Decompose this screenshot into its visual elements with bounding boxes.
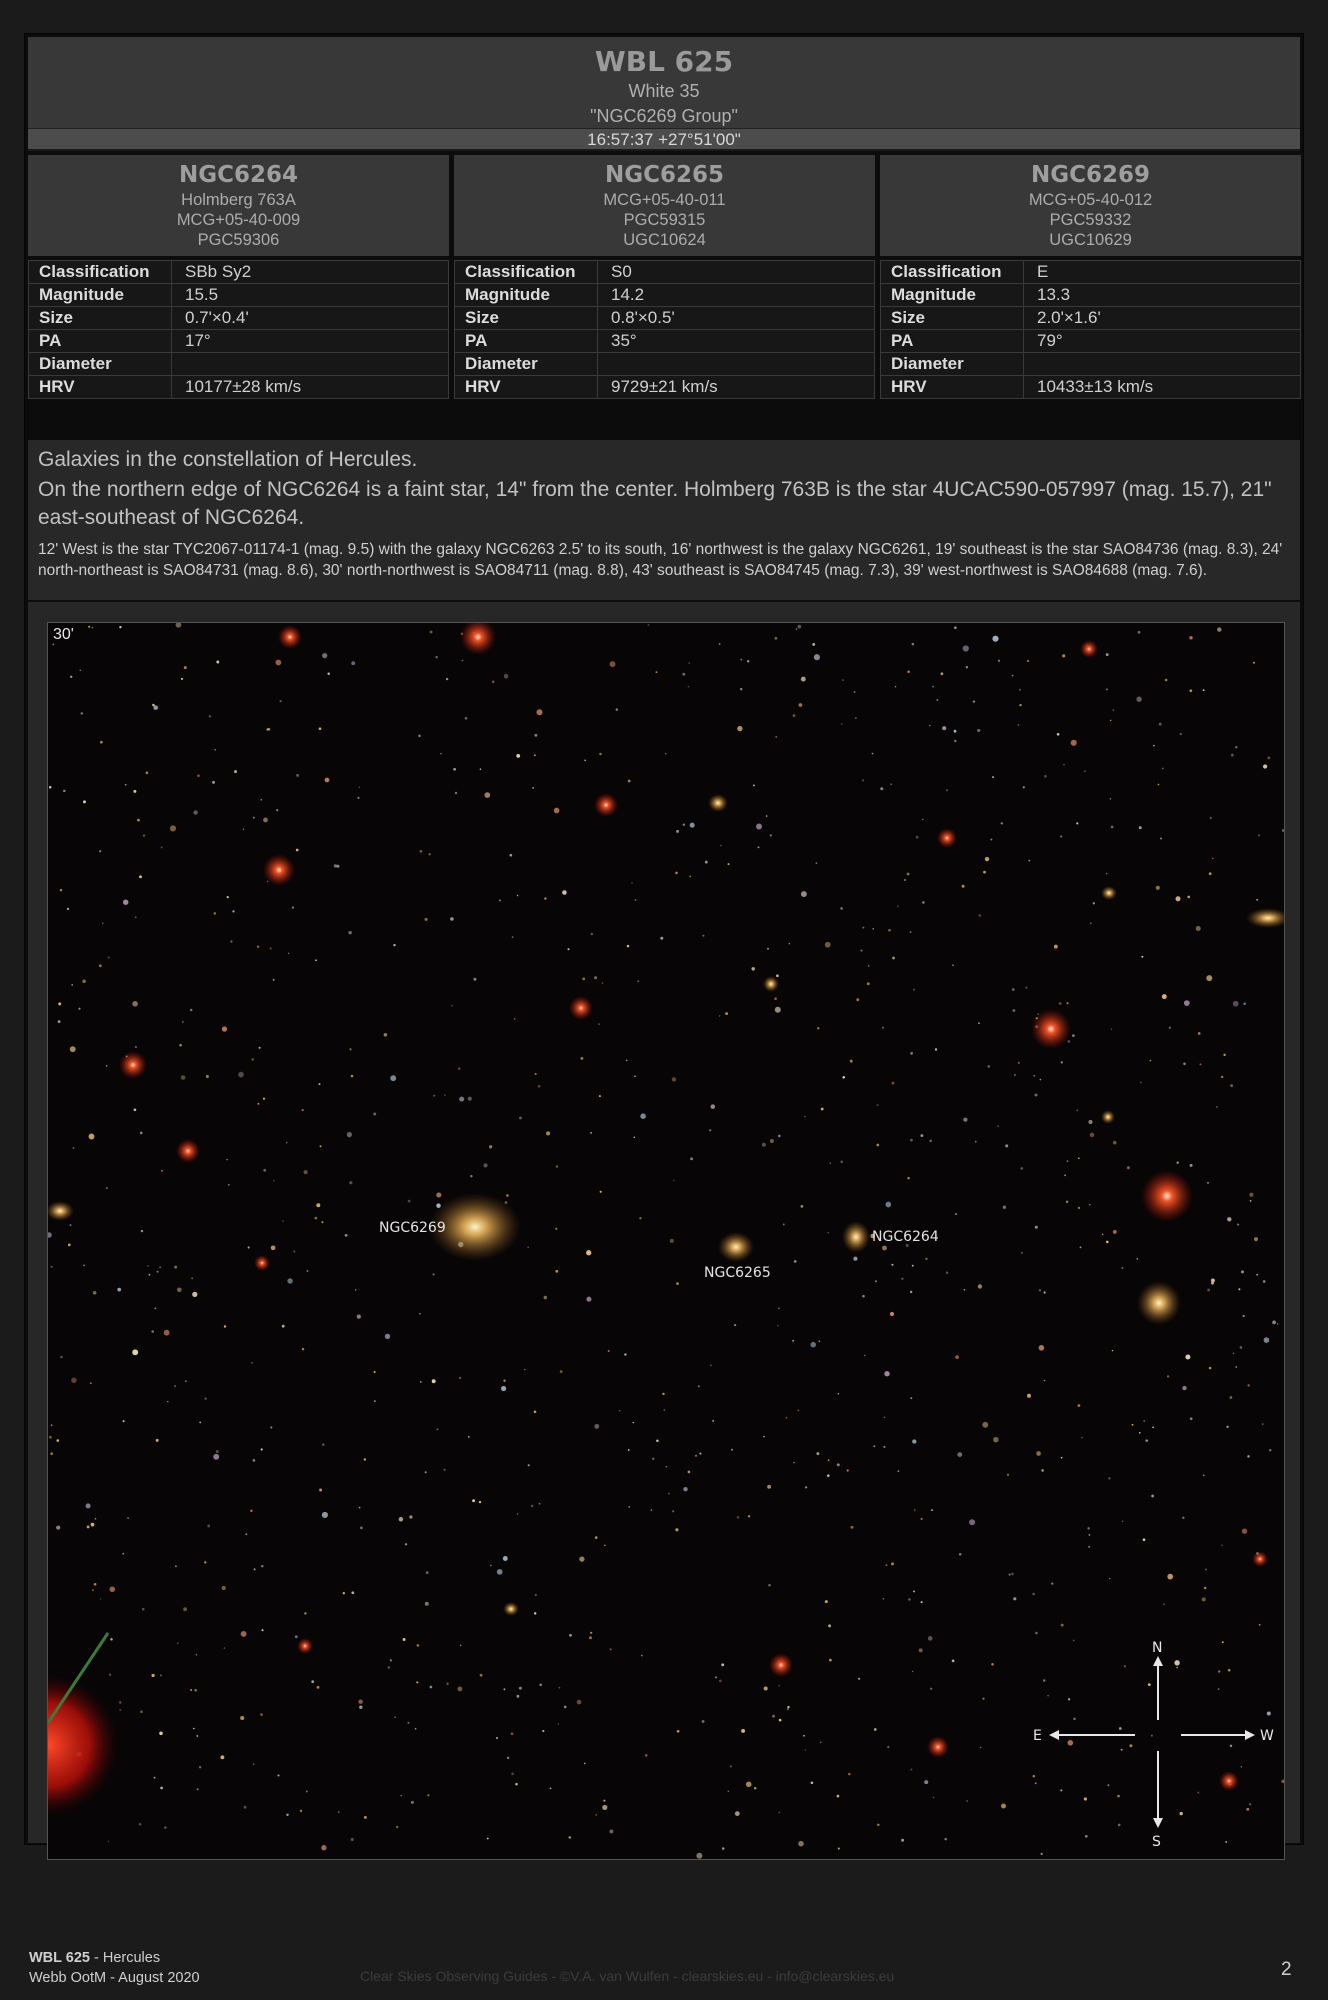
prop-label: PA (28, 329, 172, 353)
description-note: On the northern edge of NGC6264 is a fai… (38, 478, 1272, 529)
table-row: Magnitude 13.3 (880, 283, 1301, 307)
galaxy-id: PGC59332 (1049, 211, 1132, 229)
prop-value: 10177±28 km/s (171, 375, 449, 399)
galaxy-id: MCG+05-40-009 (176, 211, 301, 229)
prop-value: E (1023, 260, 1301, 284)
table-row: Classification S0 (454, 260, 875, 284)
prop-value (597, 352, 875, 376)
galaxy-id: MCG+05-40-011 (603, 191, 726, 209)
properties-table-ngc6265: Classification S0 Magnitude 14.2 Size 0.8'×… (454, 260, 875, 399)
galaxy-name: NGC6269 (1030, 162, 1151, 188)
prop-value: 35° (597, 329, 875, 353)
prop-value: S0 (597, 260, 875, 284)
prop-label: Size (454, 306, 598, 330)
galaxy-id: MCG+05-40-012 (1028, 191, 1153, 209)
sky-image: NGC6269 NGC6265 NGC6264 30' N S E W (47, 622, 1285, 1860)
table-row: Diameter (28, 352, 449, 376)
prop-label: Magnitude (454, 283, 598, 307)
prop-value (171, 352, 449, 376)
galaxy-id: PGC59315 (623, 211, 706, 229)
prop-label: Classification (454, 260, 598, 284)
prop-value: 15.5 (171, 283, 449, 307)
compass-east-label: E (1033, 1728, 1042, 1744)
table-row: PA 79° (880, 329, 1301, 353)
galaxy-name: NGC6264 (178, 162, 299, 188)
prop-label: Classification (880, 260, 1024, 284)
table-row: PA 17° (28, 329, 449, 353)
footer-info: WBL 625 - Hercules Webb OotM - August 20… (29, 1948, 200, 1988)
page-number: 2 (1281, 1959, 1292, 1980)
galaxy-label-ngc6264: NGC6264 (872, 1229, 939, 1245)
prop-value: 14.2 (597, 283, 875, 307)
prop-label: HRV (454, 375, 598, 399)
prop-label: Diameter (28, 352, 172, 376)
page-frame: WBL 625 White 35 "NGC6269 Group" 16:57:3… (24, 33, 1304, 1860)
prop-value: 17° (171, 329, 449, 353)
footer-guide: Webb OotM - August 2020 (29, 1970, 200, 1986)
table-row: HRV 10177±28 km/s (28, 375, 449, 399)
group-alt-name: "NGC6269 Group" (590, 106, 738, 126)
image-panel: NGC6269 NGC6265 NGC6264 30' N S E W (28, 602, 1300, 1860)
properties-table-ngc6264: Classification SBb Sy2 Magnitude 15.5 Size… (28, 260, 449, 399)
table-row: Classification SBb Sy2 (28, 260, 449, 284)
prop-label: Diameter (880, 352, 1024, 376)
galaxy-id: Holmberg 763A (181, 191, 296, 209)
prop-value: 10433±13 km/s (1023, 375, 1301, 399)
galaxy-label-ngc6265: NGC6265 (704, 1265, 771, 1281)
footer-constellation: - Hercules (89, 1950, 161, 1966)
prop-label: Size (28, 306, 172, 330)
galaxy-id: UGC10629 (1049, 231, 1132, 249)
prop-label: Size (880, 306, 1024, 330)
prop-value: 0.7'×0.4' (171, 306, 449, 330)
table-row: Size 0.8'×0.5' (454, 306, 875, 330)
prop-label: HRV (880, 375, 1024, 399)
group-header: WBL 625 White 35 "NGC6269 Group" (28, 37, 1300, 128)
table-row: Diameter (454, 352, 875, 376)
prop-label: Classification (28, 260, 172, 284)
table-row: Diameter (880, 352, 1301, 376)
compass-south-label: S (1152, 1834, 1161, 1850)
table-row: PA 35° (454, 329, 875, 353)
footer-credit: Clear Skies Observing Guides - ©V.A. van… (360, 1968, 895, 1984)
galaxy-label-ngc6269: NGC6269 (379, 1220, 446, 1236)
notes-section: Galaxies in the constellation of Hercule… (28, 440, 1300, 600)
galaxy-header-ngc6264: NGC6264 Holmberg 763A MCG+05-40-009 PGC5… (28, 155, 449, 256)
table-row: Size 2.0'×1.6' (880, 306, 1301, 330)
prop-value (1023, 352, 1301, 376)
sky-field: NGC6269 NGC6265 NGC6264 30' N S E W (48, 623, 1284, 1859)
table-row: Magnitude 15.5 (28, 283, 449, 307)
prop-value: 13.3 (1023, 283, 1301, 307)
prop-label: Diameter (454, 352, 598, 376)
footer-object: WBL 625 (29, 1950, 90, 1966)
coordinates: 16:57:37 +27°51'00" (28, 128, 1300, 151)
table-row: Size 0.7'×0.4' (28, 306, 449, 330)
galaxy-id: PGC59306 (197, 231, 280, 249)
group-subtitle: White 35 (628, 81, 700, 101)
prop-value: SBb Sy2 (171, 260, 449, 284)
prop-label: PA (454, 329, 598, 353)
surroundings-note: 12' West is the star TYC2067-01174-1 (ma… (38, 541, 1283, 579)
prop-label: Magnitude (880, 283, 1024, 307)
prop-label: Magnitude (28, 283, 172, 307)
table-row: Magnitude 14.2 (454, 283, 875, 307)
galaxy-id: UGC10624 (623, 231, 706, 249)
galaxy-name: NGC6265 (604, 162, 725, 188)
prop-value: 0.8'×0.5' (597, 306, 875, 330)
page-title: WBL 625 (594, 45, 734, 78)
scale-label: 30' (53, 626, 74, 643)
prop-label: PA (880, 329, 1024, 353)
galaxy-header-ngc6269: NGC6269 MCG+05-40-012 PGC59332 UGC10629 (880, 155, 1301, 256)
table-row: Classification E (880, 260, 1301, 284)
table-row: HRV 10433±13 km/s (880, 375, 1301, 399)
galaxy-header-ngc6265: NGC6265 MCG+05-40-011 PGC59315 UGC10624 (454, 155, 875, 256)
prop-value: 9729±21 km/s (597, 375, 875, 399)
prop-value: 2.0'×1.6' (1023, 306, 1301, 330)
constellation-note: Galaxies in the constellation of Hercule… (38, 448, 418, 471)
prop-value: 79° (1023, 329, 1301, 353)
table-row: HRV 9729±21 km/s (454, 375, 875, 399)
properties-table-ngc6269: Classification E Magnitude 13.3 Size 2.0'×1… (880, 260, 1301, 399)
prop-label: HRV (28, 375, 172, 399)
compass-north-label: N (1152, 1640, 1162, 1656)
compass-west-label: W (1260, 1728, 1274, 1744)
